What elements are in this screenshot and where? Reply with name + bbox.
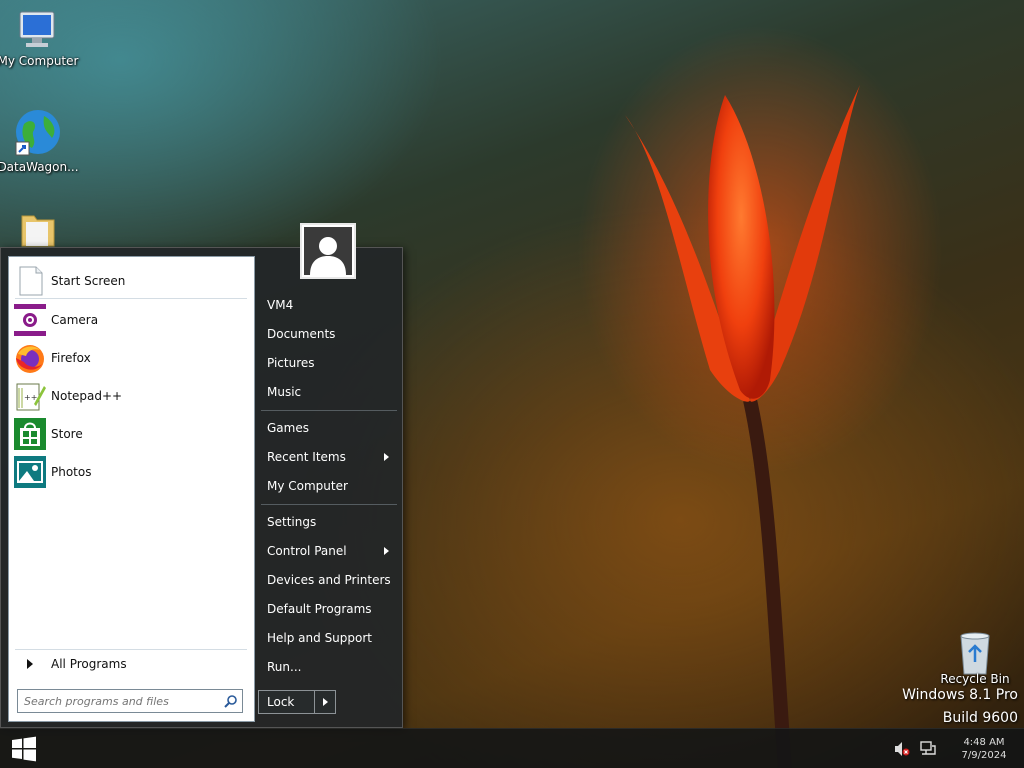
menu-item-my-computer[interactable]: My Computer [259, 473, 399, 499]
submenu-arrow-icon [384, 547, 389, 555]
wallpaper-tulip [625, 85, 860, 768]
start-menu-programs-pane: Start Screen Camera Firefox ++ Notepad++… [8, 256, 255, 722]
user-silhouette-icon [310, 237, 346, 275]
computer-icon [19, 11, 55, 47]
pinned-label: Start Screen [51, 274, 126, 288]
menu-item-label: My Computer [267, 479, 348, 493]
system-tray: 4:48 AM 7/9/2024 [892, 729, 1024, 768]
windows-watermark: Windows 8.1 Pro Build 9600 [902, 684, 1018, 730]
shutdown-options-arrow-icon[interactable] [315, 691, 335, 713]
pinned-store[interactable]: Store [14, 416, 250, 452]
globe-shortcut-icon [15, 110, 60, 156]
triangle-right-icon [14, 659, 46, 669]
watermark-build: Build 9600 [942, 710, 1018, 726]
menu-separator [261, 410, 397, 411]
desktop-icon-my-computer[interactable]: My Computer [0, 8, 80, 68]
recycle-bin-icon [960, 632, 990, 675]
pinned-label: Camera [51, 313, 99, 327]
menu-item-label: Pictures [267, 356, 315, 370]
menu-item-default-programs[interactable]: Default Programs [259, 596, 399, 622]
firefox-icon [16, 345, 44, 373]
pinned-label: Store [51, 427, 83, 441]
search-box[interactable] [17, 689, 243, 713]
clock-date: 7/9/2024 [961, 750, 1007, 761]
taskbar-clock[interactable]: 4:48 AM 7/9/2024 [944, 736, 1024, 762]
menu-item-documents[interactable]: Documents [259, 321, 399, 347]
desktop-icon-folder[interactable] [0, 212, 80, 248]
lock-button[interactable]: Lock [258, 690, 336, 714]
folder-icon [21, 215, 55, 247]
taskbar: 4:48 AM 7/9/2024 [0, 728, 1024, 768]
windows-logo-icon [12, 736, 36, 762]
pinned-label: Firefox [51, 351, 91, 365]
menu-item-label: Recent Items [267, 450, 346, 464]
search-icon[interactable] [220, 690, 242, 712]
watermark-edition: Windows 8.1 Pro [902, 687, 1018, 703]
menu-item-help-support[interactable]: Help and Support [259, 625, 399, 651]
search-input[interactable] [18, 691, 220, 711]
pinned-start-screen[interactable]: Start Screen [14, 263, 250, 299]
lock-label: Lock [259, 691, 315, 713]
menu-item-label: Settings [267, 515, 317, 529]
start-menu: Start Screen Camera Firefox ++ Notepad++… [0, 247, 403, 728]
notepadpp-icon: ++ [16, 383, 46, 411]
camera-icon [14, 304, 46, 336]
menu-item-run[interactable]: Run... [259, 654, 399, 680]
start-screen-icon [19, 266, 43, 296]
menu-item-label: Control Panel [267, 544, 347, 558]
menu-item-label: Music [267, 385, 302, 399]
all-programs-separator [15, 649, 247, 650]
menu-item-settings[interactable]: Settings [259, 509, 399, 535]
pinned-photos[interactable]: Photos [14, 454, 250, 490]
desktop-icon-recycle-bin[interactable]: Recycle Bin [933, 630, 1017, 686]
menu-item-label: Documents [267, 327, 336, 341]
desktop-icon-label: My Computer [0, 54, 79, 68]
clock-time: 4:48 AM [963, 737, 1005, 748]
pinned-label: Photos [51, 465, 92, 479]
menu-item-recent-items[interactable]: Recent Items [259, 444, 399, 470]
pinned-camera[interactable]: Camera [14, 302, 250, 338]
menu-item-pictures[interactable]: Pictures [259, 350, 399, 376]
menu-item-label: Devices and Printers [267, 573, 391, 587]
menu-item-label: VM4 [267, 298, 294, 312]
menu-item-music[interactable]: Music [259, 379, 399, 405]
start-menu-places-pane: VM4 Documents Pictures Music Games Recen… [259, 248, 403, 728]
pinned-label: Notepad++ [51, 389, 123, 403]
start-button[interactable] [0, 729, 48, 768]
menu-item-user[interactable]: VM4 [259, 292, 399, 318]
pinned-notepadpp[interactable]: ++ Notepad++ [14, 378, 250, 414]
menu-item-control-panel[interactable]: Control Panel [259, 538, 399, 564]
submenu-arrow-icon [384, 453, 389, 461]
menu-item-devices-printers[interactable]: Devices and Printers [259, 567, 399, 593]
all-programs-button[interactable]: All Programs [14, 652, 250, 676]
svg-text:++: ++ [24, 393, 37, 402]
volume-muted-icon[interactable] [892, 739, 912, 759]
menu-separator [261, 504, 397, 505]
menu-item-label: Help and Support [267, 631, 372, 645]
pinned-separator [15, 298, 247, 299]
store-icon [14, 418, 46, 450]
user-avatar[interactable] [300, 223, 356, 279]
menu-item-label: Games [267, 421, 309, 435]
menu-item-label: Run... [267, 660, 302, 674]
pinned-firefox[interactable]: Firefox [14, 340, 250, 376]
menu-item-games[interactable]: Games [259, 415, 399, 441]
menu-item-label: Default Programs [267, 602, 372, 616]
network-icon[interactable] [918, 739, 938, 759]
all-programs-label: All Programs [51, 657, 127, 671]
photos-icon [14, 456, 46, 488]
desktop-icon-label: DataWagon... [0, 160, 79, 174]
desktop-icon-datawagon[interactable]: DataWagon... [0, 108, 80, 174]
